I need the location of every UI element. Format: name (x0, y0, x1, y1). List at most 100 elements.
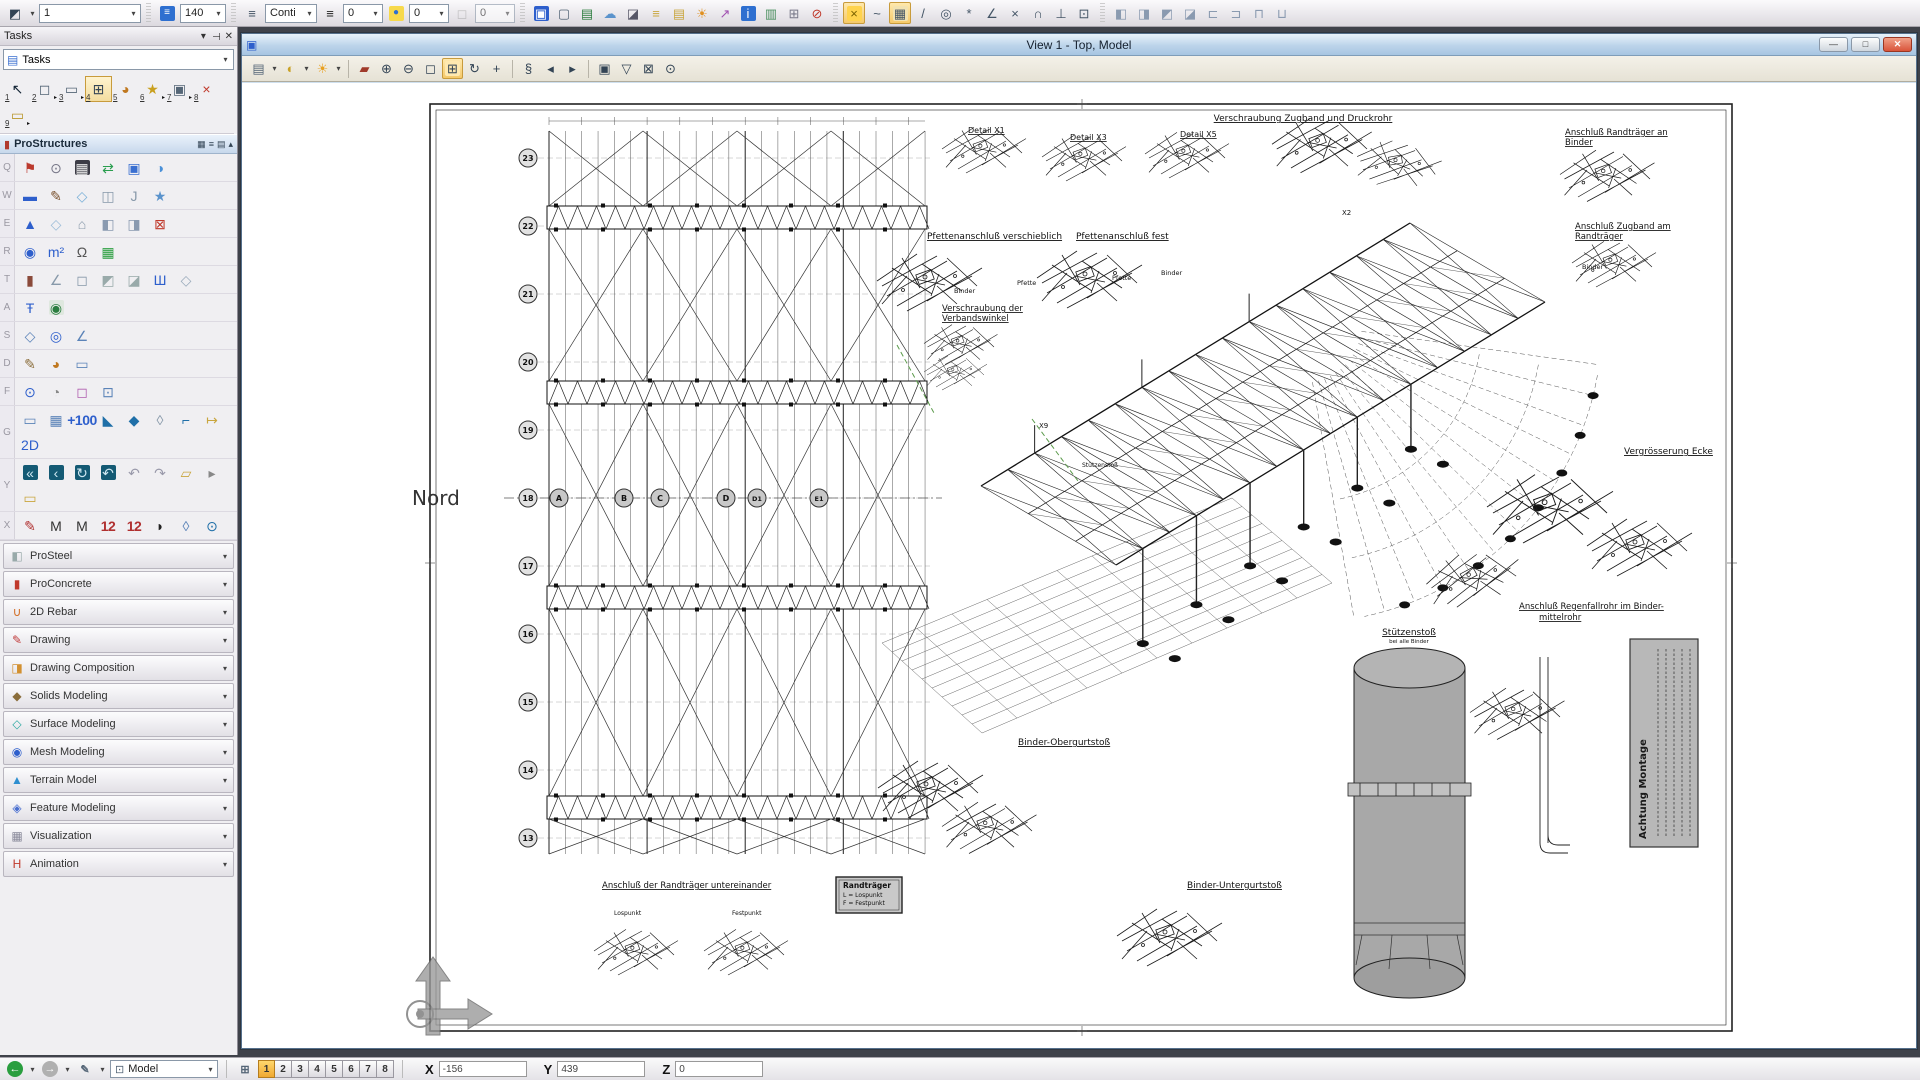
display-style-icon[interactable]: ◐ (280, 58, 301, 79)
frames-icon[interactable]: ⊡ (95, 379, 121, 404)
section-drawing-composition[interactable]: ◨Drawing Composition▾ (3, 655, 234, 681)
import-doc-icon[interactable]: « (17, 460, 43, 485)
active-level-combo[interactable]: 140 ▾ (180, 4, 226, 23)
mesh-diamond-icon[interactable]: ◇ (173, 267, 199, 292)
note-icon[interactable]: ◗ (147, 513, 173, 538)
back-icon[interactable]: ← (5, 1059, 25, 1079)
accudraw-icon[interactable]: ⊞ (783, 2, 805, 24)
dim-m-icon[interactable]: M (43, 513, 69, 538)
section-drawing[interactable]: ✎Drawing▾ (3, 627, 234, 653)
box-fwd-icon[interactable]: ▸ (199, 460, 225, 485)
view-next-icon[interactable]: ▸ (562, 58, 583, 79)
acs-d-icon[interactable]: ◪ (121, 267, 147, 292)
dim-1-icon[interactable]: ↦ (199, 407, 225, 432)
trim-icon[interactable]: ∠ (69, 323, 95, 348)
id-frame-icon[interactable]: ◻ (69, 379, 95, 404)
view-toggle-1[interactable]: 1 (258, 1060, 275, 1078)
collapse-icon[interactable]: ▴ (228, 139, 233, 150)
line-weight-icon[interactable]: ≡ (319, 2, 341, 24)
view-toggle-4[interactable]: 4 (309, 1060, 326, 1078)
arc-snap-icon[interactable]: ∩ (1027, 2, 1049, 24)
plus-100-icon[interactable]: +100 (69, 407, 95, 432)
rotate-h-icon[interactable]: ◉ (43, 295, 69, 320)
restore-button[interactable]: □ (1851, 37, 1880, 52)
burst-icon[interactable]: ★ (147, 183, 173, 208)
glass-cube-icon[interactable]: ◇ (43, 211, 69, 236)
undo-doc-icon[interactable]: ↶ (95, 460, 121, 485)
element-graph-icon[interactable]: ↗ (714, 2, 736, 24)
active-color-combo[interactable]: 0 ▾ (409, 4, 449, 23)
tag-lines-icon[interactable]: ◊ (173, 513, 199, 538)
modeling-cube-icon[interactable]: ▣ (530, 2, 552, 24)
prostructures-header[interactable]: ▮ ProStructures ▦ ≡ ▤ ▴ (0, 134, 237, 154)
levels-icon[interactable]: ▤ (668, 2, 690, 24)
forward-dropdown[interactable]: ▾ (63, 1065, 72, 1074)
zoom-out-icon[interactable]: ⊖ (398, 58, 419, 79)
area-m2-icon[interactable]: m² (43, 239, 69, 264)
section-terrain-model[interactable]: ▲Terrain Model▾ (3, 767, 234, 793)
move-rect-icon[interactable]: ▭ (69, 351, 95, 376)
properties-icon[interactable]: ▥ (760, 2, 782, 24)
section-animation[interactable]: HAnimation▾ (3, 851, 234, 877)
section-mesh-modeling[interactable]: ◉Mesh Modeling▾ (3, 739, 234, 765)
glass-house-icon[interactable]: ◇ (69, 183, 95, 208)
acs-points-icon[interactable]: ◪ (1179, 2, 1201, 24)
midpoint-snap-icon[interactable]: / (912, 2, 934, 24)
transparency-icon[interactable]: ◻ (451, 2, 473, 24)
task-tool-1[interactable]: 1↖ (4, 76, 31, 102)
references-icon[interactable]: ≡ (645, 2, 667, 24)
center-snap-icon[interactable]: ◎ (935, 2, 957, 24)
back-dropdown[interactable]: ▾ (28, 1065, 37, 1074)
x-input[interactable] (439, 1061, 527, 1077)
intersection-snap-icon[interactable]: ∠ (981, 2, 1003, 24)
view-previous-icon[interactable]: ◂ (540, 58, 561, 79)
view-toggle-5[interactable]: 5 (326, 1060, 343, 1078)
section-surface-modeling[interactable]: ◇Surface Modeling▾ (3, 711, 234, 737)
transform-icon[interactable]: ⇄ (95, 155, 121, 180)
update-view-icon[interactable]: ▰ (354, 58, 375, 79)
accudraw-pointer-icon[interactable]: ✎ (75, 1059, 95, 1079)
acs-a-icon[interactable]: ◧ (95, 211, 121, 236)
line-style-combo[interactable]: Conti ▾ (265, 4, 317, 23)
element-template-dropdown[interactable]: ▾ (28, 9, 37, 18)
window-area-icon[interactable]: ◻ (420, 58, 441, 79)
z-input[interactable] (675, 1061, 763, 1077)
perpendicular-snap-icon[interactable]: ⊥ (1050, 2, 1072, 24)
chevron-down-icon[interactable]: ▾ (270, 64, 279, 73)
lamp-icon[interactable]: ⌐ (173, 407, 199, 432)
task-tool-5[interactable]: 5◕ (112, 76, 139, 102)
rotate-view-icon[interactable]: ↻ (464, 58, 485, 79)
clip-mask-icon[interactable]: ⊠ (638, 58, 659, 79)
chevron-down-icon[interactable]: ▾ (302, 64, 311, 73)
active-element-combo[interactable]: 1 ▾ (39, 4, 141, 23)
slab-icon[interactable]: ⌂ (69, 211, 95, 236)
auger-icon[interactable]: Ŧ (17, 295, 43, 320)
task-tool-6[interactable]: 6★▸ (139, 76, 166, 102)
color-icon[interactable]: ● (385, 2, 407, 24)
close-icon[interactable]: ✕ (225, 31, 233, 42)
view-toggle-8[interactable]: 8 (377, 1060, 394, 1078)
hook-j-icon[interactable]: J (121, 183, 147, 208)
task-tool-2[interactable]: 2◻▸ (31, 76, 58, 102)
sync-doc-icon[interactable]: ↻ (69, 460, 95, 485)
pan-view-icon[interactable]: + (486, 58, 507, 79)
tangent-snap-icon[interactable]: × (1004, 2, 1026, 24)
view-toggle-3[interactable]: 3 (292, 1060, 309, 1078)
folder-out-icon[interactable]: ▱ (173, 460, 199, 485)
nearest-snap-icon[interactable]: ~ (866, 2, 888, 24)
dashed-frame-icon[interactable]: ◻ (69, 267, 95, 292)
plane-icon[interactable]: ▲ (17, 211, 43, 236)
fold-icon[interactable]: ◆ (121, 407, 147, 432)
line-style-icon[interactable]: ≡ (241, 2, 263, 24)
acs-c-icon[interactable]: ◩ (95, 267, 121, 292)
steel-cut-icon[interactable]: ◣ (95, 407, 121, 432)
view-toggle-6[interactable]: 6 (343, 1060, 360, 1078)
level-filter-icon[interactable]: ☀ (691, 2, 713, 24)
undo-icon[interactable]: ↶ (121, 460, 147, 485)
section-solids-modeling[interactable]: ◆Solids Modeling▾ (3, 683, 234, 709)
acs-rotate-icon[interactable]: ◧ (1110, 2, 1132, 24)
copy-view-icon[interactable]: ▣ (594, 58, 615, 79)
chevron-down-icon[interactable]: ▾ (201, 31, 206, 42)
dim-m2-icon[interactable]: M (69, 513, 95, 538)
ab12-a-icon[interactable]: 12 (95, 513, 121, 538)
